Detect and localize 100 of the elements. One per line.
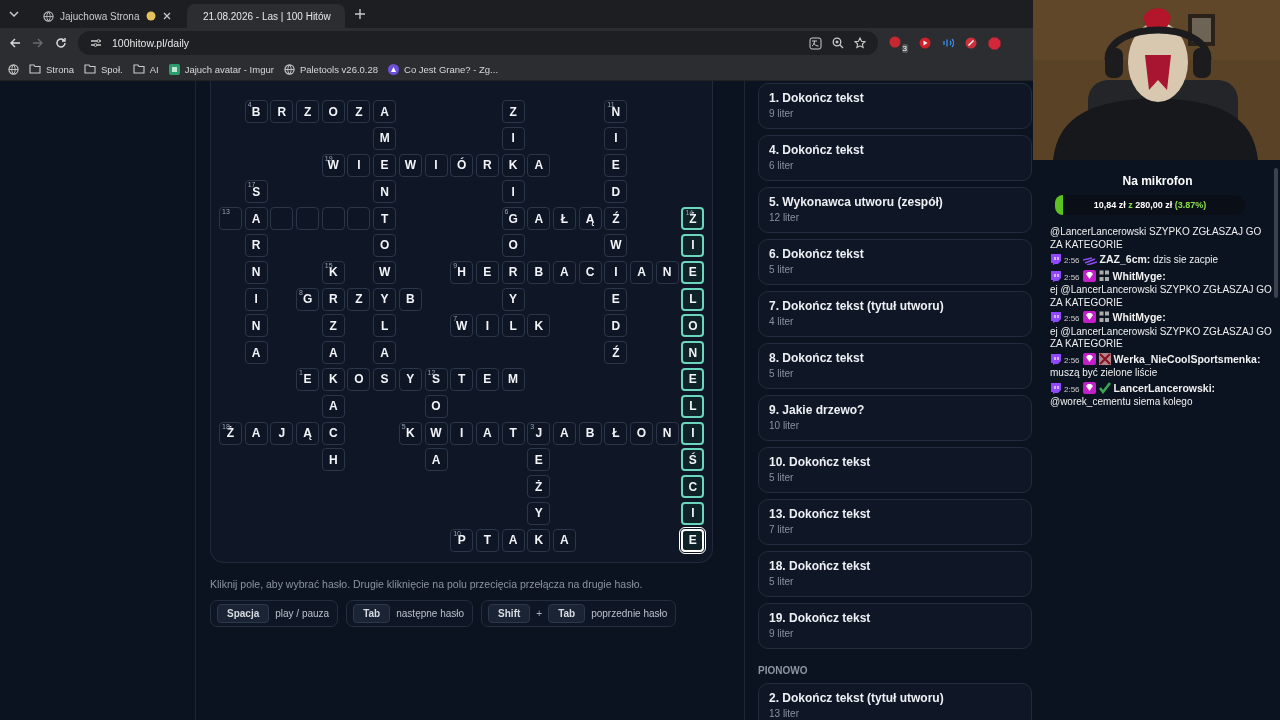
crossword-cell[interactable]: M	[501, 367, 525, 391]
translate-icon[interactable]	[809, 36, 822, 50]
crossword-cell[interactable]: O	[630, 421, 653, 445]
crossword-cell[interactable]: N	[373, 180, 397, 204]
crossword-cell[interactable]: E	[681, 528, 705, 552]
crossword-cell[interactable]: Z	[321, 314, 345, 338]
bookmark[interactable]: AI	[132, 63, 159, 75]
crossword-cell[interactable]: K	[527, 528, 551, 552]
tab-list-icon[interactable]	[9, 11, 19, 17]
crossword-cell[interactable]: I	[681, 421, 705, 445]
zoom-icon[interactable]	[832, 37, 844, 49]
back-icon[interactable]	[9, 37, 21, 49]
crossword-cell[interactable]: Y	[373, 287, 397, 311]
address-bar[interactable]: 100hitow.pl/daily	[78, 31, 878, 55]
crossword-cell[interactable]: T	[373, 207, 397, 231]
crossword-cell[interactable]: I	[450, 421, 474, 445]
crossword-cell[interactable]: K	[321, 367, 345, 391]
crossword-cell[interactable]: R	[475, 153, 499, 177]
crossword-cell[interactable]: I	[475, 314, 499, 338]
crossword-cell[interactable]: I	[424, 153, 448, 177]
bookmark[interactable]: Strona	[29, 63, 74, 75]
crossword-cell[interactable]: O	[424, 394, 448, 418]
crossword-cell[interactable]: K	[501, 153, 525, 177]
clue-card[interactable]: 1. Dokończ tekst 9 liter	[758, 83, 1032, 129]
crossword-cell[interactable]: A	[321, 341, 345, 365]
crossword-cell[interactable]: Ó	[450, 153, 474, 177]
crossword-cell[interactable]: Ą	[578, 207, 602, 231]
crossword-cell[interactable]: C	[681, 475, 705, 499]
crossword-cell[interactable]: N	[655, 421, 679, 445]
clue-card[interactable]: 4. Dokończ tekst 6 liter	[758, 135, 1032, 181]
crossword-cell[interactable]: R	[244, 234, 268, 257]
crossword-cell[interactable]: Y	[501, 287, 525, 311]
crossword-cell[interactable]	[270, 207, 294, 231]
bookmark[interactable]: Jajuch avatar - Imgur	[168, 63, 274, 75]
clue-card[interactable]: 8. Dokończ tekst 5 liter	[758, 343, 1032, 389]
crossword-cell[interactable]: Y	[398, 367, 422, 391]
crossword-cell[interactable]: S	[373, 367, 397, 391]
play-icon[interactable]	[919, 37, 931, 49]
crossword-cell[interactable]: C	[578, 260, 602, 284]
crossword-cell[interactable]: A	[501, 528, 525, 552]
crossword-cell[interactable]	[321, 207, 345, 231]
clue-card[interactable]: 9. Jakie drzewo? 10 liter	[758, 395, 1032, 441]
crossword-cell[interactable]: Z	[347, 287, 371, 311]
clue-card[interactable]: 5. Wykonawca utworu (zespół) 12 liter	[758, 187, 1032, 233]
crossword-cell[interactable]: O	[501, 234, 525, 257]
browser-tab[interactable]: Jajuchowa Strona	[33, 4, 181, 28]
crossword-cell[interactable]: W	[398, 153, 422, 177]
crossword-cell[interactable]: L	[373, 314, 397, 338]
crossword-cell[interactable]: O	[347, 367, 371, 391]
reload-icon[interactable]	[55, 37, 67, 49]
crossword-cell[interactable]: T	[475, 528, 499, 552]
crossword-cell[interactable]: L	[501, 314, 525, 338]
crossword-cell[interactable]: K	[527, 314, 551, 338]
crossword-cell[interactable]: Ż	[527, 475, 551, 499]
star-icon[interactable]	[854, 37, 866, 49]
crossword-cell[interactable]: L	[681, 287, 705, 311]
crossword-cell[interactable]: O	[681, 314, 705, 338]
crossword-cell[interactable]: N	[244, 260, 268, 284]
crossword-cell[interactable]: A	[373, 341, 397, 365]
crossword-cell[interactable]	[296, 207, 320, 231]
crossword-cell[interactable]: A	[321, 394, 345, 418]
crossword-cell[interactable]: R	[321, 287, 345, 311]
crossword-cell[interactable]: D	[604, 180, 628, 204]
crossword-cell[interactable]: A	[244, 421, 268, 445]
crossword-cell[interactable]: A	[630, 260, 653, 284]
crossword-cell[interactable]: W	[424, 421, 448, 445]
crossword-cell[interactable]: I	[681, 234, 705, 257]
crossword-cell[interactable]: I	[604, 260, 628, 284]
crossword-cell[interactable]: Ź	[604, 341, 628, 365]
signal-icon[interactable]	[942, 37, 954, 49]
crossword-cell[interactable]: Ą	[296, 421, 320, 445]
crossword-cell[interactable]: Z	[347, 100, 371, 123]
site-info-icon[interactable]	[90, 38, 102, 48]
clue-card[interactable]: 13. Dokończ tekst 7 liter	[758, 499, 1032, 545]
crossword-cell[interactable]: Y	[527, 501, 551, 525]
crossword-cell[interactable]: I	[604, 126, 628, 150]
crossword-cell[interactable]: B	[527, 260, 551, 284]
crossword-cell[interactable]: T	[450, 367, 474, 391]
new-tab-icon[interactable]	[355, 9, 365, 19]
crossword-cell[interactable]: A	[527, 153, 551, 177]
clue-card[interactable]: 7. Dokończ tekst (tytuł utworu) 4 liter	[758, 291, 1032, 337]
crossword-cell[interactable]: A	[373, 100, 397, 123]
crossword-cell[interactable]: A	[552, 528, 576, 552]
crossword-cell[interactable]: I	[681, 501, 705, 525]
crossword-cell[interactable]: N	[244, 314, 268, 338]
stop-sign-icon[interactable]	[988, 36, 1001, 50]
crossword-cell[interactable]: E	[681, 260, 705, 284]
crossword-cell[interactable]: B	[578, 421, 602, 445]
crossword-cell[interactable]: E	[604, 287, 628, 311]
crossword-cell[interactable]	[347, 207, 371, 231]
clue-card[interactable]: 2. Dokończ tekst (tytuł utworu) 13 liter	[758, 683, 1032, 720]
crossword-cell[interactable]: A	[244, 207, 268, 231]
crossword-cell[interactable]: Z	[501, 100, 525, 123]
clue-card[interactable]: 10. Dokończ tekst 5 liter	[758, 447, 1032, 493]
crossword-cell[interactable]: A	[475, 421, 499, 445]
crossword-cell[interactable]: E	[373, 153, 397, 177]
crossword-cell[interactable]: I	[501, 180, 525, 204]
crossword-cell[interactable]: Z	[296, 100, 320, 123]
bookmark[interactable]: Co Jest Grane? - Zg...	[388, 63, 499, 75]
crossword-cell[interactable]: Ł	[604, 421, 628, 445]
